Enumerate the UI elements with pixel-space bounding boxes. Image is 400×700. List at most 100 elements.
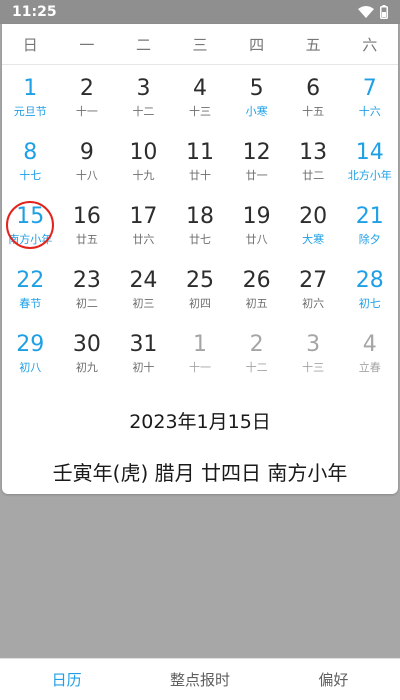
calendar-day[interactable]: 26 初五 (228, 257, 285, 321)
day-number: 18 (186, 203, 215, 229)
lunar-label: 十八 (75, 168, 98, 182)
lunar-label: 廿五 (75, 232, 98, 246)
day-number: 27 (299, 267, 328, 293)
lunar-label: 南方小年 (8, 232, 53, 246)
lunar-label: 元旦节 (13, 104, 47, 118)
calendar-grid: 1 元旦节 2 十一 3 十二 4 十三 5 小寒 6 十五 7 十六 8 十七 9 十八 10 十九 11 廿十 12 廿一… (2, 65, 398, 385)
lunar-label: 春节 (19, 296, 42, 310)
lunar-label: 廿一 (245, 168, 268, 182)
day-number: 24 (129, 267, 158, 293)
calendar-day-selected[interactable]: 15 南方小年 (2, 193, 59, 257)
day-number: 21 (355, 203, 384, 229)
calendar-day[interactable]: 5 小寒 (228, 65, 285, 129)
calendar-day[interactable]: 3 十三 (285, 321, 342, 385)
day-number: 22 (16, 267, 45, 293)
calendar-day[interactable]: 2 十二 (228, 321, 285, 385)
weekday-header: 日一二三四五六 (2, 24, 398, 65)
calendar-week-row: 15 南方小年 16 廿五 17 廿六 18 廿七 19 廿八 20 大寒 21 除夕 (2, 193, 398, 257)
calendar-day[interactable]: 28 初七 (341, 257, 398, 321)
calendar-day[interactable]: 17 廿六 (115, 193, 172, 257)
calendar-day[interactable]: 7 十六 (341, 65, 398, 129)
tab-preferences[interactable]: 偏好 (267, 659, 400, 700)
calendar-day[interactable]: 4 十三 (172, 65, 229, 129)
weekday-label: 一 (79, 35, 95, 54)
tab-hourly-chime[interactable]: 整点报时 (133, 659, 266, 700)
day-number: 7 (362, 75, 377, 101)
calendar-day[interactable]: 8 十七 (2, 129, 59, 193)
lunar-label: 十三 (189, 104, 212, 118)
lunar-label: 廿二 (302, 168, 325, 182)
day-number: 5 (249, 75, 264, 101)
calendar-day[interactable]: 12 廿一 (228, 129, 285, 193)
calendar-day[interactable]: 2 十一 (59, 65, 116, 129)
calendar-day[interactable]: 11 廿十 (172, 129, 229, 193)
calendar-day[interactable]: 23 初二 (59, 257, 116, 321)
day-number: 11 (186, 139, 215, 165)
calendar-day[interactable]: 24 初三 (115, 257, 172, 321)
bottom-nav: 日历 整点报时 偏好 (0, 658, 400, 700)
calendar-day[interactable]: 3 十二 (115, 65, 172, 129)
lunar-label: 初六 (302, 296, 325, 310)
calendar-week-row: 1 元旦节 2 十一 3 十二 4 十三 5 小寒 6 十五 7 十六 (2, 65, 398, 129)
weekday-label: 日 (22, 35, 38, 54)
weekday-label: 二 (135, 35, 151, 54)
day-number: 20 (299, 203, 328, 229)
lunar-label: 十五 (302, 104, 325, 118)
calendar-week-row: 8 十七 9 十八 10 十九 11 廿十 12 廿一 13 廿二 14 北方小年 (2, 129, 398, 193)
day-number: 13 (299, 139, 328, 165)
day-number: 2 (249, 331, 264, 357)
weekday-label: 五 (305, 35, 321, 54)
calendar-day[interactable]: 21 除夕 (341, 193, 398, 257)
day-number: 9 (79, 139, 94, 165)
day-number: 6 (306, 75, 321, 101)
calendar-day[interactable]: 27 初六 (285, 257, 342, 321)
calendar-day[interactable]: 9 十八 (59, 129, 116, 193)
calendar-day[interactable]: 19 廿八 (228, 193, 285, 257)
wifi-icon (358, 6, 374, 18)
day-number: 23 (72, 267, 101, 293)
calendar-day[interactable]: 1 元旦节 (2, 65, 59, 129)
lunar-label: 廿七 (189, 232, 212, 246)
lunar-label: 初十 (132, 360, 155, 374)
calendar-day[interactable]: 6 十五 (285, 65, 342, 129)
lunar-label: 十三 (302, 360, 325, 374)
calendar-day[interactable]: 10 十九 (115, 129, 172, 193)
lunar-label: 十二 (245, 360, 268, 374)
lunar-label: 初八 (19, 360, 42, 374)
tab-calendar[interactable]: 日历 (0, 659, 133, 700)
lunar-label: 北方小年 (347, 168, 392, 182)
calendar-day[interactable]: 20 大寒 (285, 193, 342, 257)
lunar-label: 初九 (75, 360, 98, 374)
day-number: 31 (129, 331, 158, 357)
day-number: 1 (193, 331, 208, 357)
lunar-label: 初五 (245, 296, 268, 310)
calendar-day[interactable]: 29 初八 (2, 321, 59, 385)
day-number: 17 (129, 203, 158, 229)
calendar-day[interactable]: 1 十一 (172, 321, 229, 385)
lunar-label: 小寒 (245, 104, 268, 118)
weekday-label: 四 (249, 35, 265, 54)
weekday-label: 三 (192, 35, 208, 54)
day-number: 4 (362, 331, 377, 357)
calendar-week-row: 22 春节 23 初二 24 初三 25 初四 26 初五 27 初六 28 初七 (2, 257, 398, 321)
day-number: 12 (242, 139, 271, 165)
lunar-label: 廿六 (132, 232, 155, 246)
calendar-week-row: 29 初八 30 初九 31 初十 1 十一 2 十二 3 十三 4 立春 (2, 321, 398, 385)
calendar-day[interactable]: 25 初四 (172, 257, 229, 321)
day-number: 14 (355, 139, 384, 165)
calendar-day[interactable]: 14 北方小年 (341, 129, 398, 193)
day-number: 4 (193, 75, 208, 101)
calendar-day[interactable]: 16 廿五 (59, 193, 116, 257)
lunar-label: 十一 (189, 360, 212, 374)
calendar-day[interactable]: 18 廿七 (172, 193, 229, 257)
lunar-label: 廿十 (189, 168, 212, 182)
calendar-day[interactable]: 4 立春 (341, 321, 398, 385)
lunar-label: 立春 (358, 360, 381, 374)
calendar-day[interactable]: 30 初九 (59, 321, 116, 385)
day-number: 15 (16, 203, 45, 229)
day-number: 25 (186, 267, 215, 293)
calendar-day[interactable]: 22 春节 (2, 257, 59, 321)
calendar-day[interactable]: 13 廿二 (285, 129, 342, 193)
calendar-day[interactable]: 31 初十 (115, 321, 172, 385)
day-number: 1 (23, 75, 38, 101)
